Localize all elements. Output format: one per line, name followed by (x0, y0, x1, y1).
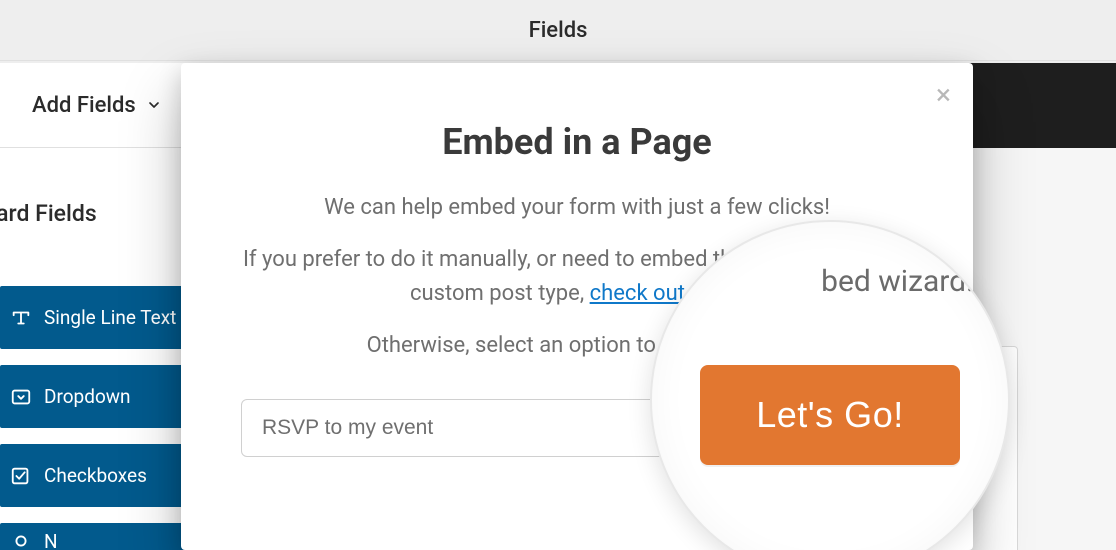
magnifier-text-fragment: bed wizard. (821, 264, 974, 299)
modal-title: Embed in a Page (241, 121, 913, 163)
magnifier-lens: bed wizard. Let's Go! (650, 220, 1010, 550)
lets-go-button-zoomed[interactable]: Let's Go! (700, 365, 960, 465)
page-name-input[interactable] (241, 399, 715, 457)
close-icon[interactable]: × (936, 81, 951, 109)
